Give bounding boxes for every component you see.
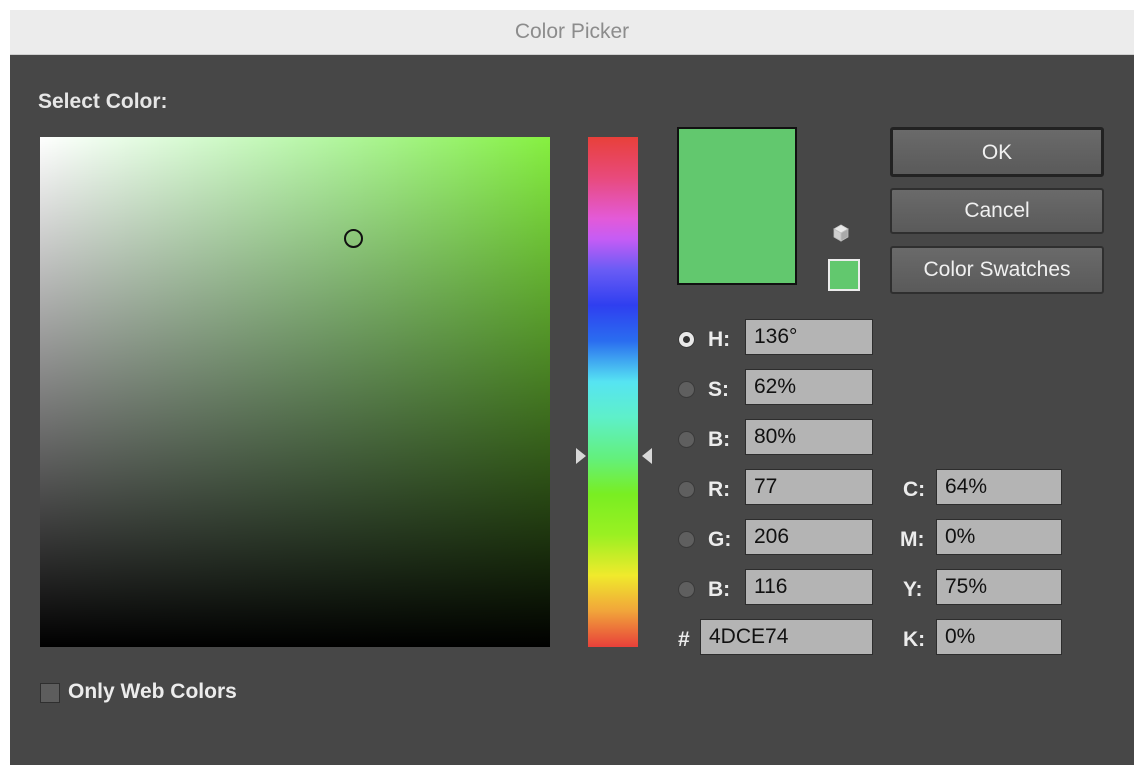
brightness-input[interactable]: 80%	[745, 419, 873, 455]
cyan-label: C:	[903, 478, 926, 501]
window-title: Color Picker	[514, 20, 630, 43]
green-input[interactable]: 206	[745, 519, 873, 555]
blue-input[interactable]: 116	[745, 569, 873, 605]
web-safe-color-swatch[interactable]	[828, 259, 860, 291]
select-color-label: Select Color:	[38, 90, 168, 113]
only-web-colors-checkbox[interactable]	[40, 683, 60, 703]
green-radio[interactable]	[678, 531, 695, 548]
magenta-input[interactable]: 0%	[936, 519, 1062, 555]
brightness-radio[interactable]	[678, 431, 695, 448]
blue-label: B:	[708, 578, 731, 601]
cube-icon[interactable]	[832, 224, 850, 242]
color-picker-window: Color Picker Select Color: OK Cancel Col…	[10, 10, 1134, 765]
yellow-input[interactable]: 75%	[936, 569, 1062, 605]
red-input[interactable]: 77	[745, 469, 873, 505]
magenta-label: M:	[900, 528, 925, 551]
red-label: R:	[708, 478, 731, 501]
hue-input[interactable]: 136°	[745, 319, 873, 355]
ok-button[interactable]: OK	[890, 127, 1104, 177]
title-bar[interactable]: Color Picker	[10, 10, 1134, 55]
black-label: K:	[903, 628, 926, 651]
hue-slider-left-arrow[interactable]	[576, 448, 586, 464]
blue-radio[interactable]	[678, 581, 695, 598]
hex-input[interactable]: 4DCE74	[700, 619, 873, 655]
color-swatches-button[interactable]: Color Swatches	[890, 246, 1104, 294]
color-field-picker-ring[interactable]	[344, 229, 363, 248]
only-web-colors-label[interactable]: Only Web Colors	[68, 680, 237, 704]
saturation-input[interactable]: 62%	[745, 369, 873, 405]
hue-slider[interactable]	[588, 137, 638, 647]
cancel-button[interactable]: Cancel	[890, 188, 1104, 234]
yellow-label: Y:	[903, 578, 923, 601]
color-preview-swatch	[677, 127, 797, 285]
hue-slider-right-arrow[interactable]	[642, 448, 652, 464]
saturation-radio[interactable]	[678, 381, 695, 398]
green-label: G:	[708, 528, 732, 551]
hue-radio[interactable]	[678, 331, 695, 348]
hex-label: #	[678, 628, 690, 651]
cyan-input[interactable]: 64%	[936, 469, 1062, 505]
saturation-label: S:	[708, 378, 729, 401]
red-radio[interactable]	[678, 481, 695, 498]
black-input[interactable]: 0%	[936, 619, 1062, 655]
brightness-label: B:	[708, 428, 731, 451]
color-field[interactable]	[40, 137, 550, 647]
hue-label: H:	[708, 328, 731, 351]
